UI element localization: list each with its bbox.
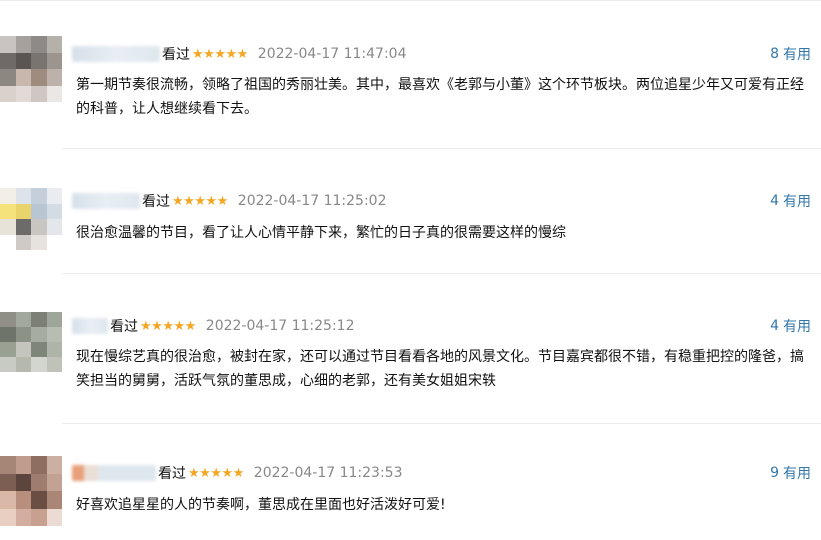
review-date: 2022-04-17 11:25:02: [237, 193, 387, 209]
useful-button[interactable]: 有用: [783, 463, 811, 483]
useful-vote: 4 有用: [770, 315, 811, 337]
watched-status: 看过: [162, 47, 190, 63]
useful-button[interactable]: 有用: [783, 44, 811, 64]
watched-status: 看过: [110, 319, 138, 335]
review-date: 2022-04-17 11:47:04: [257, 46, 407, 62]
avatar[interactable]: [0, 456, 62, 526]
row-divider: [62, 423, 821, 424]
username[interactable]: [72, 46, 160, 62]
star-icon: ★: [203, 46, 215, 62]
review-meta: 看过 ★ ★ ★ ★ ★ 2022-04-17 11:23:53: [72, 462, 402, 484]
star-icon: ★: [236, 46, 249, 62]
avatar[interactable]: [0, 36, 62, 102]
useful-vote: 8 有用: [770, 43, 811, 65]
avatar[interactable]: [0, 312, 62, 372]
useful-vote: 4 有用: [770, 190, 811, 212]
rating-stars: ★ ★ ★ ★ ★: [172, 195, 228, 208]
review-text: 现在慢综艺真的很治愈，被封在家，还可以通过节目看看各地的风景文化。节目嘉宾都很不…: [76, 349, 804, 389]
avatar[interactable]: [0, 188, 62, 250]
rating-stars: ★ ★ ★ ★ ★: [192, 48, 248, 61]
watched-status: 看过: [142, 194, 170, 210]
review-meta: 看过 ★ ★ ★ ★ ★ 2022-04-17 11:25:12: [72, 315, 354, 337]
star-icon: ★: [232, 465, 245, 481]
star-icon: ★: [140, 318, 152, 334]
star-icon: ★: [205, 193, 217, 209]
star-icon: ★: [199, 465, 211, 481]
star-icon: ★: [225, 46, 237, 62]
review-date: 2022-04-17 11:25:12: [205, 318, 355, 334]
star-icon: ★: [216, 193, 229, 209]
useful-count: 9: [770, 465, 779, 481]
star-icon: ★: [192, 46, 204, 62]
star-icon: ★: [184, 318, 197, 334]
star-icon: ★: [162, 318, 174, 334]
useful-vote: 9 有用: [770, 462, 811, 484]
username[interactable]: [72, 318, 108, 334]
useful-button[interactable]: 有用: [783, 191, 811, 211]
useful-count: 4: [770, 193, 779, 209]
star-icon: ★: [221, 465, 233, 481]
username[interactable]: [72, 465, 156, 481]
star-icon: ★: [214, 46, 226, 62]
row-divider: [62, 273, 821, 274]
star-icon: ★: [183, 193, 195, 209]
useful-button[interactable]: 有用: [783, 316, 811, 336]
star-icon: ★: [210, 465, 222, 481]
username[interactable]: [72, 193, 140, 209]
review-meta: 看过 ★ ★ ★ ★ ★ 2022-04-17 11:25:02: [72, 190, 386, 212]
star-icon: ★: [172, 193, 184, 209]
review-meta: 看过 ★ ★ ★ ★ ★ 2022-04-17 11:47:04: [72, 43, 406, 65]
row-divider: [62, 148, 821, 149]
top-divider: [0, 0, 821, 1]
useful-count: 4: [770, 318, 779, 334]
star-icon: ★: [194, 193, 206, 209]
useful-count: 8: [770, 46, 779, 62]
review-text: 好喜欢追星星的人的节奏啊，董思成在里面也好活泼好可爱!: [76, 497, 446, 513]
watched-status: 看过: [158, 466, 186, 482]
star-icon: ★: [173, 318, 185, 334]
rating-stars: ★ ★ ★ ★ ★: [140, 320, 196, 333]
review-date: 2022-04-17 11:23:53: [253, 465, 403, 481]
rating-stars: ★ ★ ★ ★ ★: [188, 467, 244, 480]
review-text: 第一期节奏很流畅，领略了祖国的秀丽壮美。其中，最喜欢《老郭与小董》这个环节板块。…: [76, 77, 804, 117]
review-text: 很治愈温馨的节目，看了让人心情平静下来，繁忙的日子真的很需要这样的慢综: [76, 225, 566, 241]
star-icon: ★: [151, 318, 163, 334]
star-icon: ★: [188, 465, 200, 481]
